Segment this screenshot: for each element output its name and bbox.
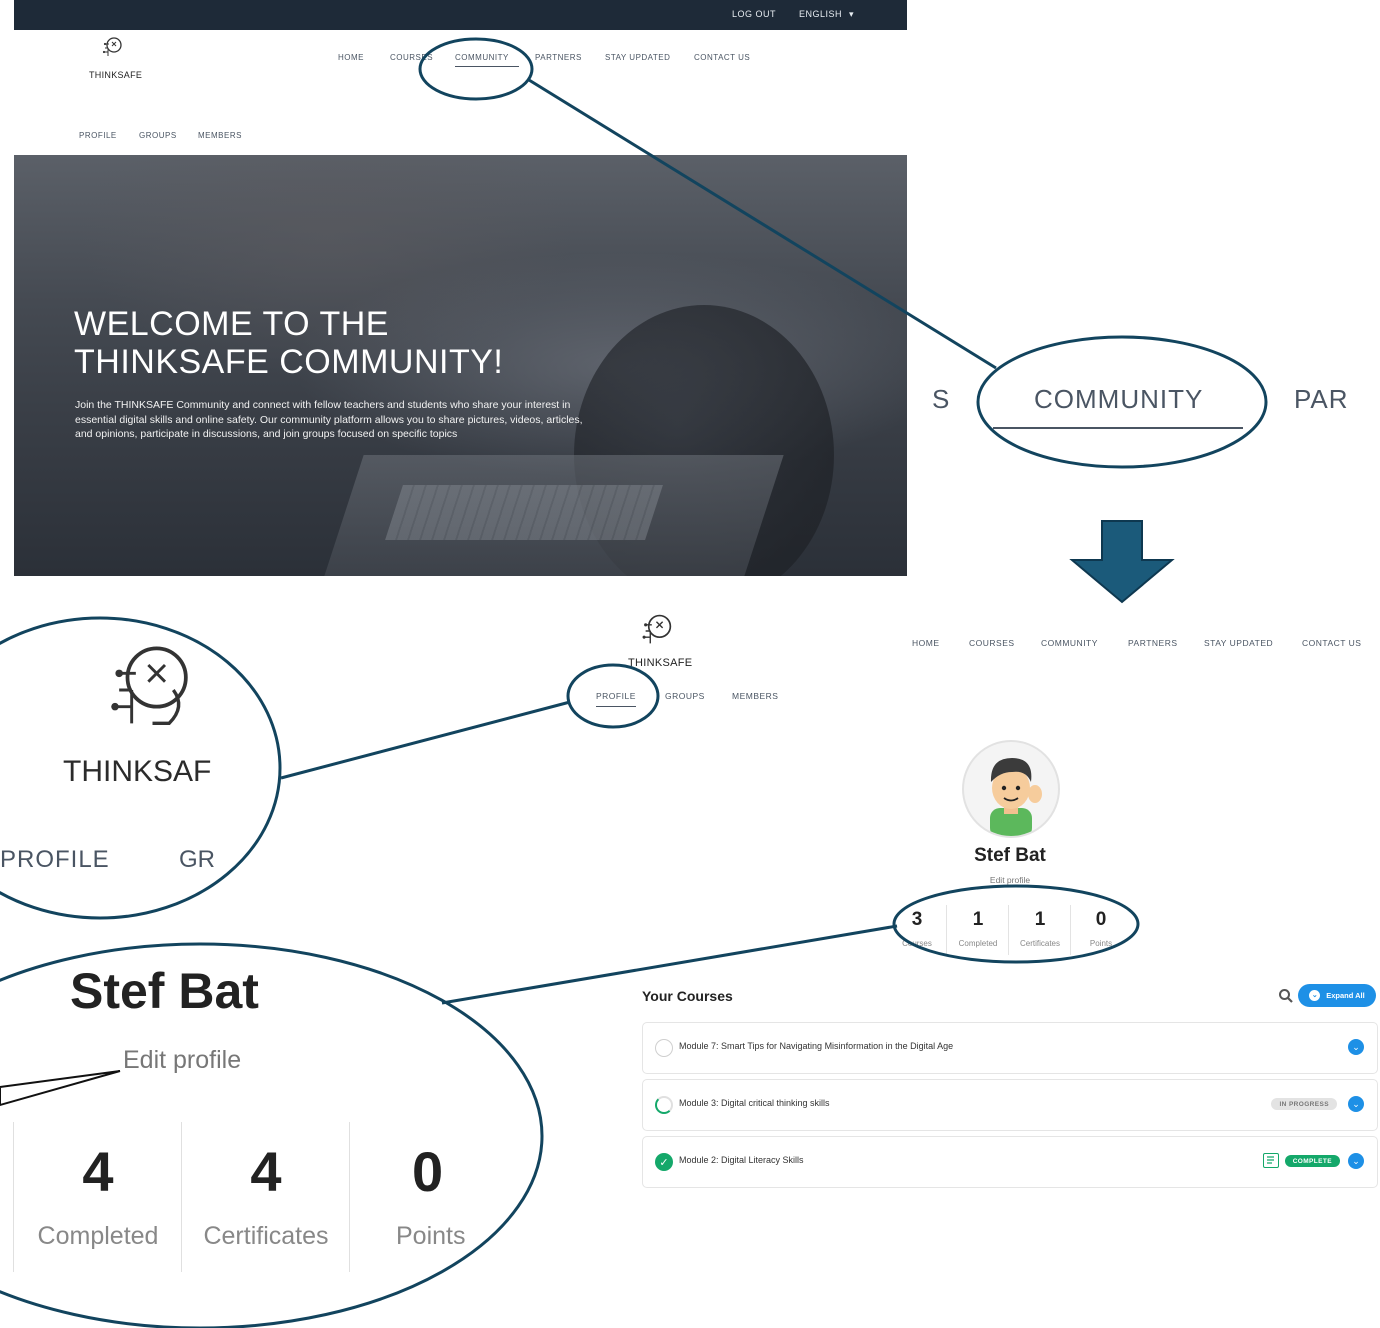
callout-connector xyxy=(280,700,571,780)
highlight-stats-ellipse xyxy=(892,884,1140,964)
edit-profile-pointer xyxy=(0,1070,121,1107)
zoom-community-ellipse xyxy=(976,335,1268,469)
highlight-community-ellipse xyxy=(418,37,534,101)
zoom-logo-ellipse xyxy=(0,616,282,920)
zoom-profile-ellipse xyxy=(0,942,544,1328)
annotation-overlay xyxy=(0,37,1268,1328)
callout-connector xyxy=(528,78,997,370)
highlight-profile-ellipse xyxy=(566,663,660,729)
callout-connector xyxy=(441,924,898,1005)
down-arrow-icon xyxy=(1069,520,1175,604)
